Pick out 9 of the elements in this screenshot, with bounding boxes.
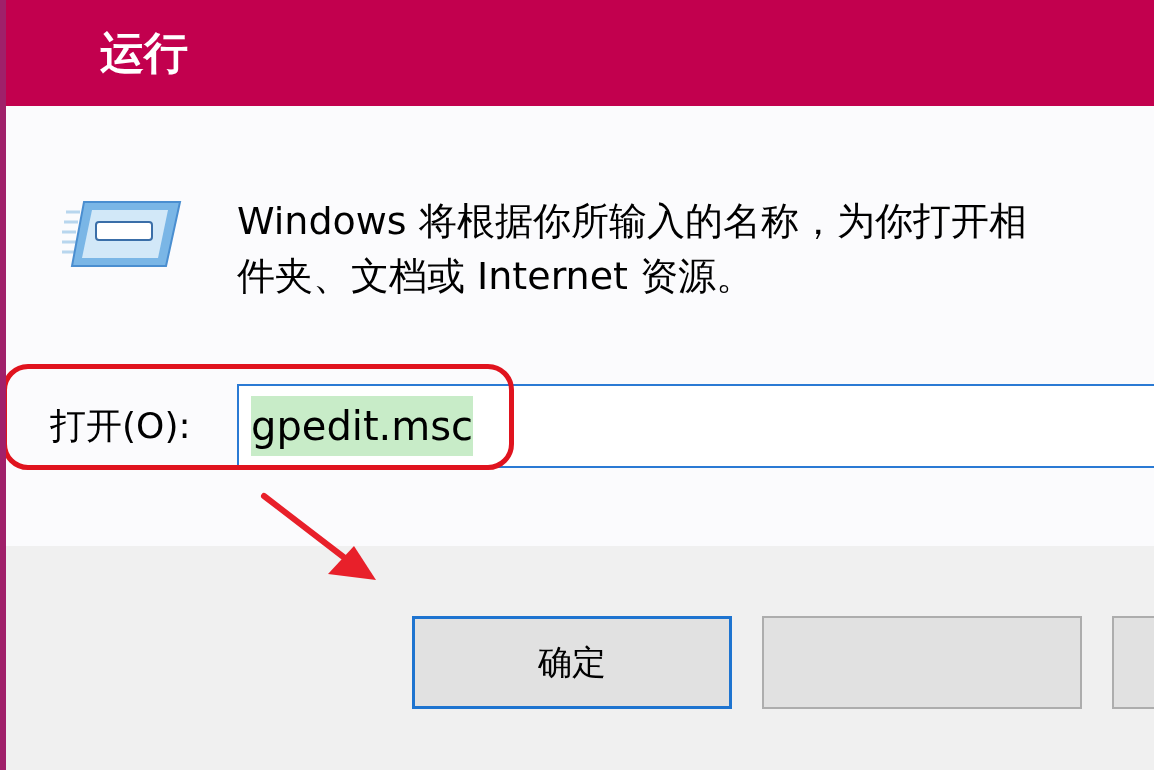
dialog-button[interactable]	[762, 616, 1082, 709]
description-text: Windows 将根据你所输入的名称，为你打开相	[237, 198, 1027, 245]
input-field[interactable]: gpedit.msc	[237, 384, 1154, 468]
field-value: gpedit.msc	[251, 396, 474, 456]
window-title: 运行	[100, 26, 188, 80]
ok-button[interactable]: 确定	[412, 616, 732, 709]
field-label: 打开(O):	[50, 404, 192, 448]
description-text: 件夹、文档或 Internet 资源。	[237, 253, 756, 300]
run-dialog-icon	[61, 200, 182, 268]
